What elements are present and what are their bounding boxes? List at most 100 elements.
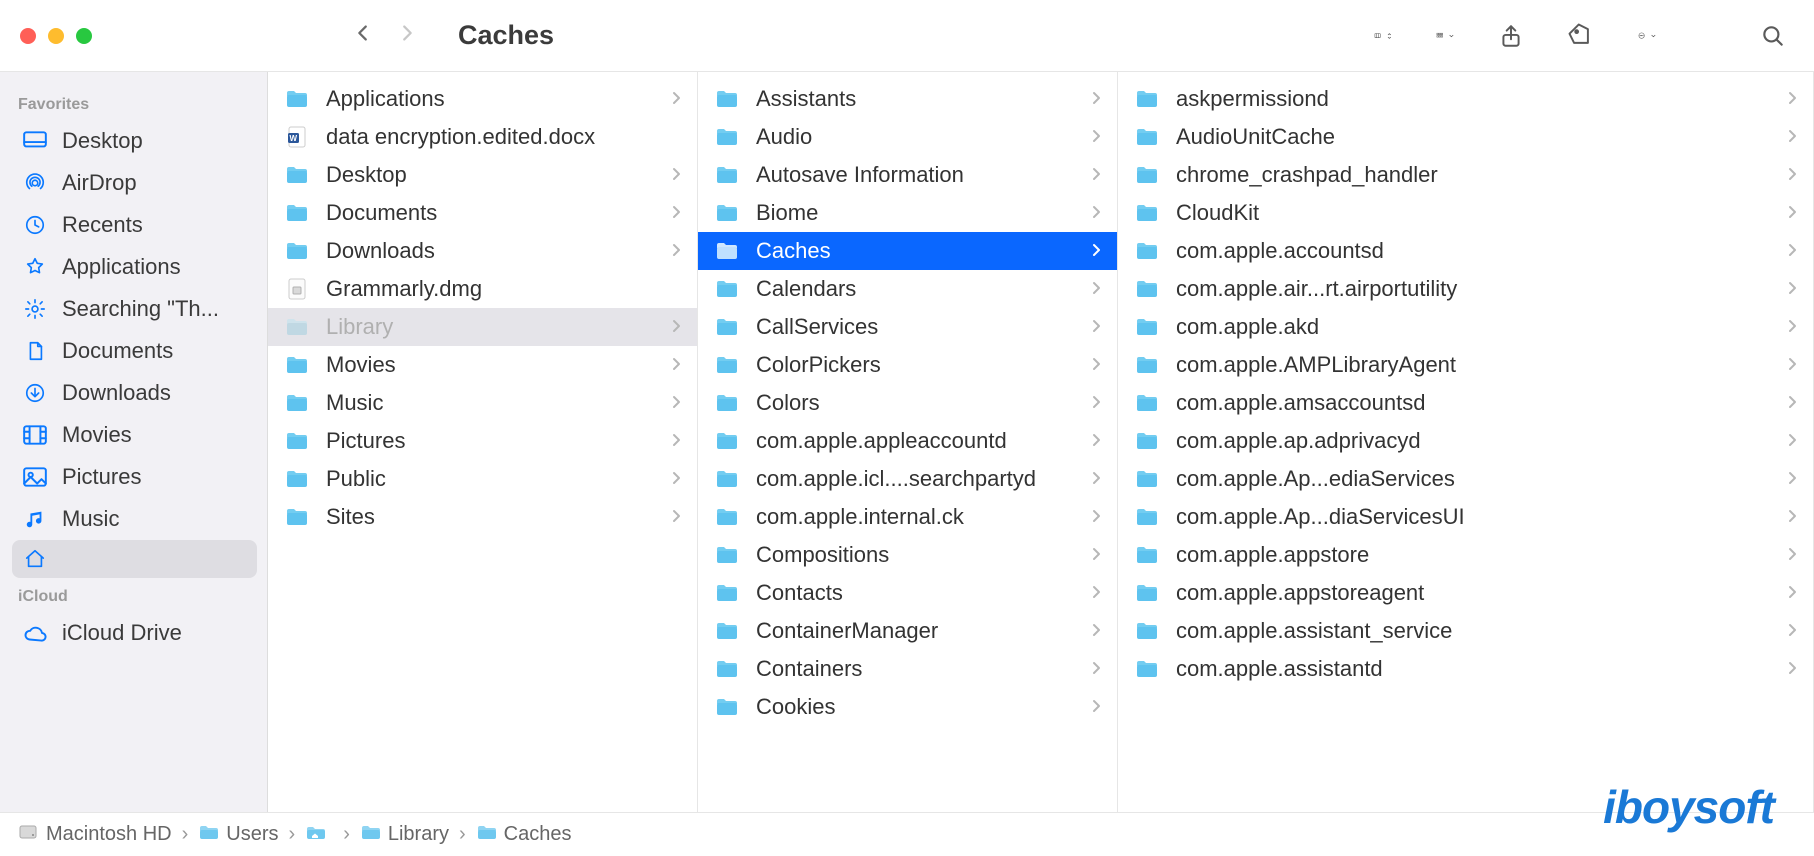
column-3: askpermissiondAudioUnitCachechrome_crash…	[1118, 72, 1814, 812]
chevron-right-icon	[1091, 276, 1101, 302]
tags-button[interactable]	[1568, 23, 1594, 49]
file-row[interactable]: com.apple.amsaccountsd	[1118, 384, 1813, 422]
file-row[interactable]: com.apple.appleaccountd	[698, 422, 1117, 460]
file-row[interactable]: com.apple.internal.ck	[698, 498, 1117, 536]
group-by-button[interactable]	[1436, 30, 1454, 42]
file-row[interactable]: Audio	[698, 118, 1117, 156]
folder-icon	[714, 544, 742, 566]
sidebar-item-label: Desktop	[62, 128, 143, 154]
docx-file-icon: W	[284, 126, 312, 148]
forward-button[interactable]	[396, 22, 418, 49]
file-row[interactable]: Library	[268, 308, 697, 346]
file-row[interactable]: Assistants	[698, 80, 1117, 118]
breadcrumb[interactable]: Library	[360, 823, 449, 846]
file-row[interactable]: Biome	[698, 194, 1117, 232]
sidebar-item-documents[interactable]: Documents	[12, 330, 257, 372]
file-row[interactable]: ColorPickers	[698, 346, 1117, 384]
file-row-label: com.apple.AMPLibraryAgent	[1176, 352, 1781, 378]
breadcrumb[interactable]	[305, 823, 333, 846]
folder-icon	[714, 354, 742, 376]
file-row[interactable]: Colors	[698, 384, 1117, 422]
chevron-right-icon	[1787, 504, 1797, 530]
file-row[interactable]: Downloads	[268, 232, 697, 270]
file-row[interactable]: AudioUnitCache	[1118, 118, 1813, 156]
chevron-right-icon: ›	[289, 823, 296, 846]
file-row[interactable]: com.apple.appstore	[1118, 536, 1813, 574]
share-button[interactable]	[1498, 23, 1524, 49]
file-row[interactable]: Music	[268, 384, 697, 422]
sidebar-item-home[interactable]	[12, 540, 257, 578]
file-row[interactable]: Containers	[698, 650, 1117, 688]
sidebar-item-label: Recents	[62, 212, 143, 238]
chevron-right-icon	[1091, 694, 1101, 720]
file-row[interactable]: Documents	[268, 194, 697, 232]
file-row[interactable]: Desktop	[268, 156, 697, 194]
file-row[interactable]: chrome_crashpad_handler	[1118, 156, 1813, 194]
file-row[interactable]: Compositions	[698, 536, 1117, 574]
file-row[interactable]: com.apple.ap.adprivacyd	[1118, 422, 1813, 460]
search-button[interactable]	[1760, 23, 1786, 49]
file-row[interactable]: Applications	[268, 80, 697, 118]
file-row-label: com.apple.internal.ck	[756, 504, 1085, 530]
file-row[interactable]: Movies	[268, 346, 697, 384]
sidebar-item-desktop[interactable]: Desktop	[12, 120, 257, 162]
file-row[interactable]: Grammarly.dmg	[268, 270, 697, 308]
file-row-label: Documents	[326, 200, 665, 226]
breadcrumb[interactable]: Users	[198, 823, 278, 846]
sidebar-item-applications[interactable]: Applications	[12, 246, 257, 288]
file-row[interactable]: Calendars	[698, 270, 1117, 308]
chevron-right-icon	[1787, 542, 1797, 568]
chevron-right-icon	[1091, 124, 1101, 150]
file-row[interactable]: com.apple.air...rt.airportutility	[1118, 270, 1813, 308]
folder-icon	[284, 240, 312, 262]
file-row[interactable]: Contacts	[698, 574, 1117, 612]
breadcrumb-label: Users	[226, 823, 278, 846]
folder-icon	[284, 354, 312, 376]
folder-icon	[1134, 392, 1162, 414]
sidebar-item-downloads[interactable]: Downloads	[12, 372, 257, 414]
more-actions-button[interactable]	[1638, 30, 1656, 42]
sidebar-item-pictures[interactable]: Pictures	[12, 456, 257, 498]
file-row-label: com.apple.appstore	[1176, 542, 1781, 568]
back-button[interactable]	[352, 22, 374, 49]
sidebar-item-music[interactable]: Music	[12, 498, 257, 540]
file-row[interactable]: com.apple.AMPLibraryAgent	[1118, 346, 1813, 384]
file-row[interactable]: CallServices	[698, 308, 1117, 346]
folder-icon	[1134, 544, 1162, 566]
sidebar-item-movies[interactable]: Movies	[12, 414, 257, 456]
doc-icon	[22, 340, 48, 362]
file-row-label: com.apple.appleaccountd	[756, 428, 1085, 454]
sidebar-item-icloud-drive[interactable]: iCloud Drive	[12, 612, 257, 654]
file-row[interactable]: com.apple.assistantd	[1118, 650, 1813, 688]
file-row[interactable]: com.apple.assistant_service	[1118, 612, 1813, 650]
file-row[interactable]: Public	[268, 460, 697, 498]
file-row[interactable]: Autosave Information	[698, 156, 1117, 194]
file-row[interactable]: com.apple.Ap...ediaServices	[1118, 460, 1813, 498]
file-row-label: Sites	[326, 504, 665, 530]
file-row[interactable]: com.apple.akd	[1118, 308, 1813, 346]
file-row[interactable]: askpermissiond	[1118, 80, 1813, 118]
view-columns-button[interactable]	[1374, 26, 1392, 46]
file-row[interactable]: CloudKit	[1118, 194, 1813, 232]
file-row[interactable]: com.apple.icl....searchpartyd	[698, 460, 1117, 498]
file-row[interactable]: Wdata encryption.edited.docx	[268, 118, 697, 156]
close-window-button[interactable]	[20, 28, 36, 44]
download-icon	[22, 382, 48, 404]
sidebar-item-airdrop[interactable]: AirDrop	[12, 162, 257, 204]
file-row[interactable]: com.apple.appstoreagent	[1118, 574, 1813, 612]
file-row[interactable]: Caches	[698, 232, 1117, 270]
file-row[interactable]: Sites	[268, 498, 697, 536]
breadcrumb[interactable]: Caches	[476, 823, 572, 846]
sidebar-item-searching-th-[interactable]: Searching "Th...	[12, 288, 257, 330]
file-row[interactable]: Cookies	[698, 688, 1117, 726]
file-row[interactable]: com.apple.Ap...diaServicesUI	[1118, 498, 1813, 536]
file-row[interactable]: com.apple.accountsd	[1118, 232, 1813, 270]
minimize-window-button[interactable]	[48, 28, 64, 44]
sidebar-item-recents[interactable]: Recents	[12, 204, 257, 246]
file-row[interactable]: ContainerManager	[698, 612, 1117, 650]
fullscreen-window-button[interactable]	[76, 28, 92, 44]
file-row-label: Biome	[756, 200, 1085, 226]
breadcrumb[interactable]: Macintosh HD	[18, 823, 172, 846]
folder-icon	[1134, 202, 1162, 224]
file-row[interactable]: Pictures	[268, 422, 697, 460]
